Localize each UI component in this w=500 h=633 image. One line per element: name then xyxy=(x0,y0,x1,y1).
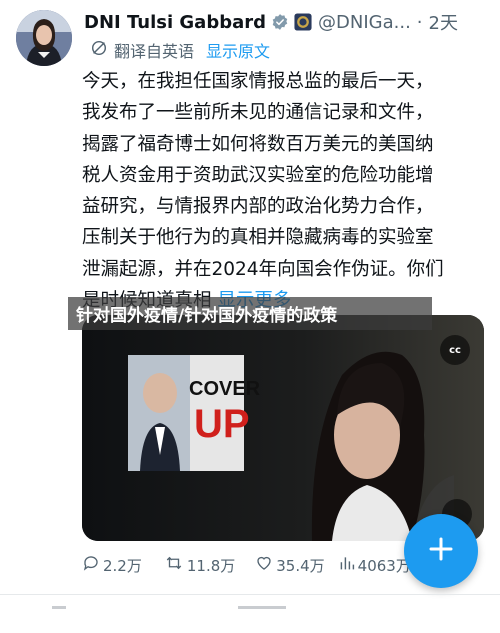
translate-label: 翻译自英语 xyxy=(114,42,195,61)
like-count: 35.4万 xyxy=(276,556,325,575)
like-button[interactable]: 35.4万 xyxy=(255,554,325,576)
views-button[interactable]: 4063万 xyxy=(339,554,411,576)
captions-button[interactable]: cc xyxy=(440,335,470,365)
reply-icon xyxy=(82,554,100,576)
author-handle[interactable]: @DNIGa... xyxy=(318,12,411,33)
government-seal-icon xyxy=(294,13,312,31)
svg-text:COVER: COVER xyxy=(189,378,261,400)
translate-icon xyxy=(90,39,108,61)
tweet-line: 泄漏起源，并在2024年向国会作伪证。你们 xyxy=(82,258,444,280)
overlay-caption-banner: 针对国外疫情/针对国外疫情的政策 xyxy=(68,297,432,330)
author-display-name[interactable]: DNI Tulsi Gabbard xyxy=(84,12,266,33)
views-icon xyxy=(339,554,355,576)
views-count: 4063万 xyxy=(357,556,411,575)
retweet-button[interactable]: 11.8万 xyxy=(164,554,235,576)
tweet-body: 今天，在我担任国家情报总监的最后一天， 我发布了一些前所未见的通信记录和文件， … xyxy=(82,66,480,316)
tweet-line: 压制关于他行为的真相并隐藏病毒的实验室 xyxy=(82,227,434,249)
cover-up-thumbnail: COVER UP xyxy=(128,355,261,471)
tweet-line: 税人资金用于资助武汉实验室的危险功能增 xyxy=(82,164,434,186)
tweet-line: 我发布了一些前所未见的通信记录和文件， xyxy=(82,102,434,124)
separator-dot: · xyxy=(416,11,423,33)
tweet-header: DNI Tulsi Gabbard @DNIGa... · 2天 xyxy=(84,8,494,36)
svg-text:UP: UP xyxy=(194,402,250,446)
like-icon xyxy=(255,554,273,576)
reply-button[interactable]: 2.2万 xyxy=(82,554,142,576)
show-original-link[interactable]: 显示原文 xyxy=(206,38,270,62)
video-player[interactable]: COVER UP cc xyxy=(82,315,484,541)
next-tweet-peek xyxy=(0,600,500,629)
avatar-image xyxy=(16,10,72,66)
tweet-line: 今天，在我担任国家情报总监的最后一天， xyxy=(82,71,434,92)
author-avatar[interactable] xyxy=(16,10,72,66)
retweet-count: 11.8万 xyxy=(186,556,236,575)
tweet-timestamp[interactable]: 2天 xyxy=(429,9,458,35)
retweet-icon xyxy=(164,554,184,576)
translation-row: 翻译自英语 显示原文 xyxy=(90,38,270,62)
feed-divider xyxy=(0,594,500,595)
plus-icon xyxy=(428,536,454,566)
tweet-line: 揭露了福奇博士如何将数百万美元的美国纳 xyxy=(82,133,434,155)
reply-count: 2.2万 xyxy=(103,556,142,575)
verified-badge-icon xyxy=(271,13,289,31)
tweet-line: 益研究，与情报界内部的政治化势力合作， xyxy=(82,196,434,218)
video-frame: COVER UP xyxy=(82,315,484,541)
compose-button[interactable] xyxy=(404,514,478,588)
